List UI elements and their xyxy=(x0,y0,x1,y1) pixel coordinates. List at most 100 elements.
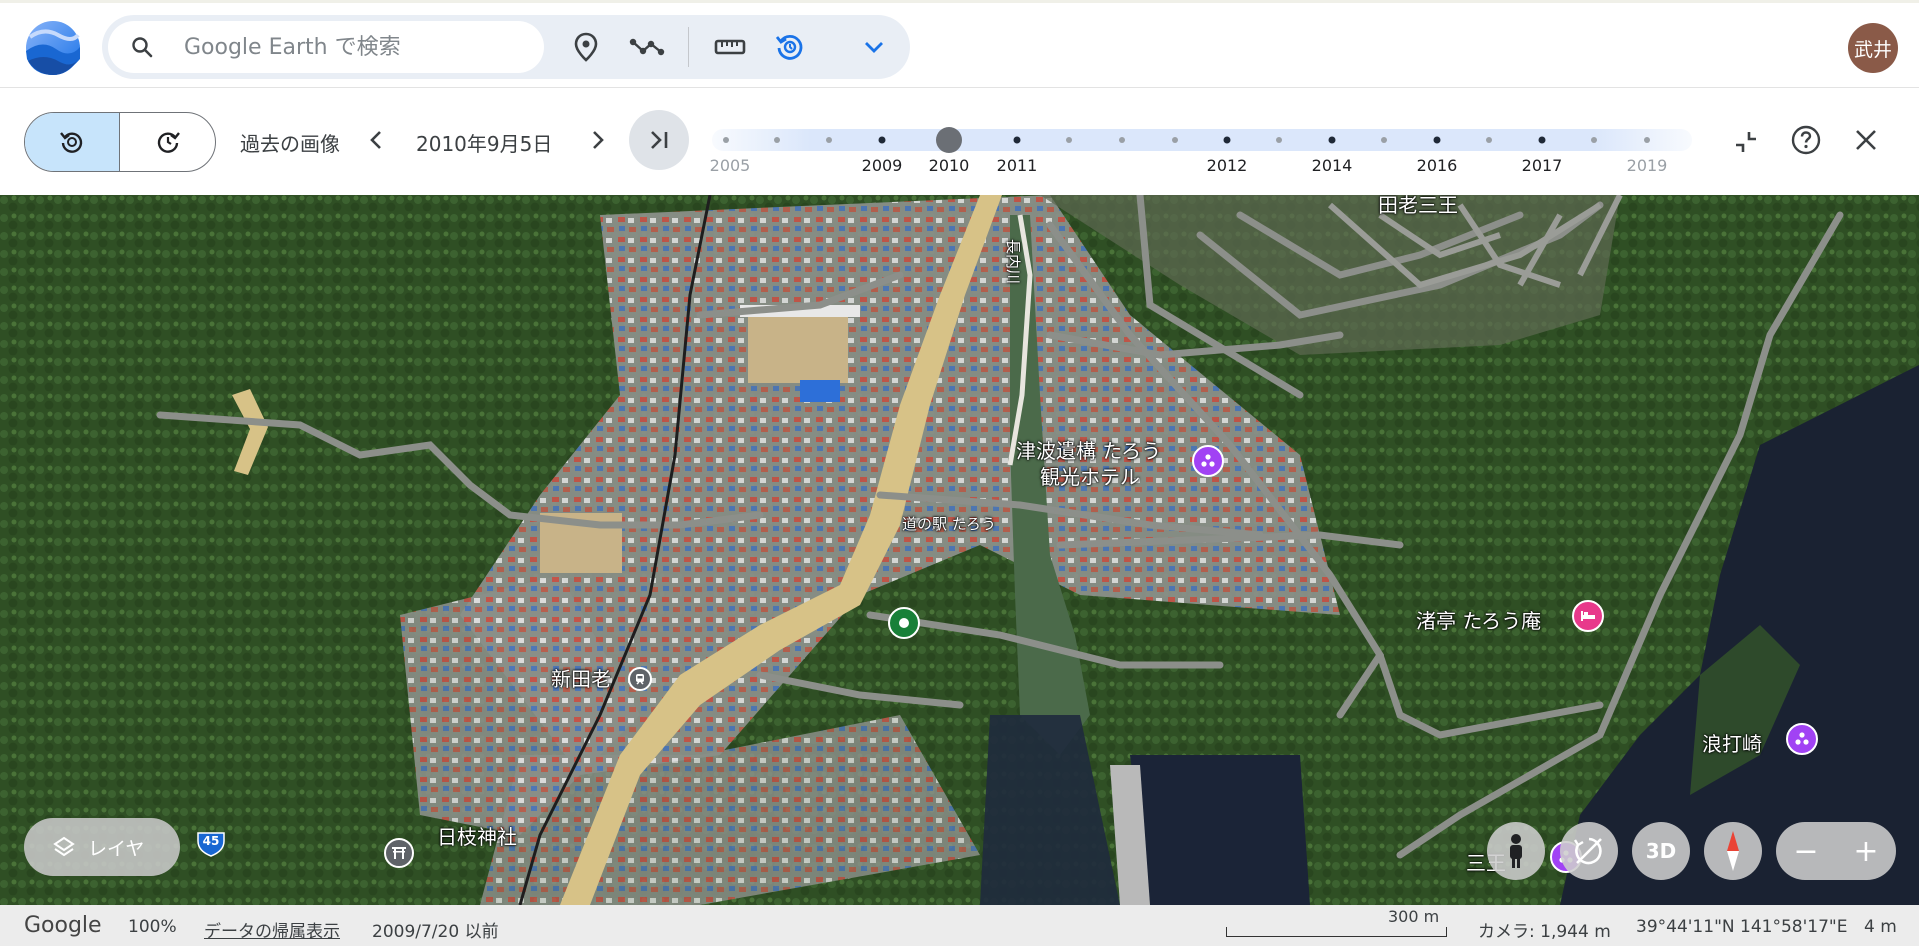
ruler-icon[interactable] xyxy=(710,27,750,67)
layers-icon xyxy=(53,836,75,857)
zoom-out-button[interactable]: − xyxy=(1776,822,1836,880)
landmark-pin[interactable] xyxy=(1786,723,1818,755)
zoom-control: − + xyxy=(1776,822,1896,880)
place-pin[interactable] xyxy=(888,607,920,639)
timeline-tick[interactable] xyxy=(826,137,832,143)
map-label-river: 長内川 xyxy=(1004,239,1022,285)
next-date-button[interactable] xyxy=(582,124,614,156)
historical-imagery-icon[interactable] xyxy=(770,27,810,67)
timeline-tick[interactable] xyxy=(1223,136,1231,144)
timeline-tick[interactable] xyxy=(878,136,886,144)
compass-icon xyxy=(1727,831,1739,871)
train-station-icon[interactable] xyxy=(628,667,652,691)
history-mode-button[interactable] xyxy=(25,113,120,171)
tilt-off-icon xyxy=(1573,837,1602,865)
timeline-tick[interactable] xyxy=(1119,137,1125,143)
shrine-icon[interactable] xyxy=(384,838,414,868)
latest-date-button[interactable] xyxy=(629,110,689,170)
data-attribution-link[interactable]: データの帰属表示 xyxy=(204,917,340,942)
3d-button[interactable]: 3D xyxy=(1632,822,1690,880)
timeline-label: 2010 xyxy=(928,156,970,175)
timeline-label: 2016 xyxy=(1416,156,1458,175)
route-shield-icon: 45 xyxy=(196,831,226,857)
chevron-right-icon xyxy=(593,131,604,149)
toolbar-divider xyxy=(688,27,689,67)
timeline-label: 2014 xyxy=(1311,156,1353,175)
collapse-button[interactable] xyxy=(1728,124,1764,160)
map-label-cape: 浪打崎 xyxy=(1702,732,1762,756)
camera-altitude: カメラ: 1,944 m xyxy=(1478,922,1611,942)
history-icon xyxy=(60,132,83,153)
previous-date-button[interactable] xyxy=(360,124,392,156)
pegman-button[interactable] xyxy=(1487,822,1545,880)
bed-icon xyxy=(1581,611,1595,621)
timeline-label: 2011 xyxy=(996,156,1038,175)
timeline-tick[interactable] xyxy=(1328,136,1336,144)
route-number: 45 xyxy=(202,834,220,848)
coordinates: 39°44'11"N 141°58'17"E xyxy=(1636,917,1848,937)
landmark-icon xyxy=(1201,454,1215,467)
timelapse-mode-button[interactable] xyxy=(120,113,215,171)
map-label-michi-no-eki: 道の駅 たろう xyxy=(902,515,996,533)
close-icon xyxy=(1856,130,1876,150)
imagery-date: 2009/7/20 以前 xyxy=(372,922,499,942)
map-label-station: 新田老 xyxy=(551,667,611,691)
satellite-map[interactable]: 田老三王 長内川 津波遺構 たろう 観光ホテル 道の駅 たろう 新田老 渚亭 た… xyxy=(0,195,1919,905)
google-wordmark: Google xyxy=(24,913,102,938)
timeline-label: 2009 xyxy=(861,156,903,175)
layers-button[interactable]: レイヤ xyxy=(24,818,180,876)
timeline-tick[interactable] xyxy=(774,137,780,143)
map-label-district-north: 田老三王 xyxy=(1378,195,1458,217)
landmark-icon xyxy=(1795,732,1809,745)
tilt-off-button[interactable] xyxy=(1560,822,1618,880)
timeline-tick[interactable] xyxy=(1644,137,1650,143)
history-title: 過去の画像 xyxy=(240,132,340,156)
pegman-icon xyxy=(1510,834,1522,868)
timeline-label: 2005 xyxy=(709,156,751,175)
elevation: 4 m xyxy=(1864,917,1897,937)
timeline-tick[interactable] xyxy=(1591,137,1597,143)
close-button[interactable] xyxy=(1848,122,1884,158)
timeline-tick[interactable] xyxy=(1486,137,1492,143)
skip-to-end-icon xyxy=(651,131,668,149)
current-date-label: 2010年9月5日 xyxy=(416,132,553,156)
search-input[interactable] xyxy=(184,29,524,65)
zoom-level: 100% xyxy=(128,917,177,937)
map-label-landmark-1-line1: 津波遺構 たろう xyxy=(1016,439,1162,463)
avatar[interactable]: 武井 xyxy=(1848,23,1898,73)
timeline-tick[interactable] xyxy=(1538,136,1546,144)
timeline-label: 2019 xyxy=(1626,156,1668,175)
timeline-tick[interactable] xyxy=(1433,136,1441,144)
timeline-slider[interactable]: 2005 2009 2010 2011 2012 2014 2016 2017 … xyxy=(710,110,1692,175)
top-bar: 武井 xyxy=(0,0,1919,87)
timeline-tick[interactable] xyxy=(1066,137,1072,143)
timeline-tick[interactable] xyxy=(1276,137,1282,143)
collapse-icon xyxy=(1736,132,1756,152)
google-earth-logo[interactable] xyxy=(24,19,82,77)
zoom-in-button[interactable]: + xyxy=(1836,822,1896,880)
circle-dot-icon xyxy=(899,618,909,628)
map-label-landmark-1-line2: 観光ホテル xyxy=(1040,465,1140,489)
location-pin-icon[interactable] xyxy=(566,27,606,67)
timeline-label: 2017 xyxy=(1521,156,1563,175)
refresh-clock-icon xyxy=(157,132,180,153)
hotel-pin[interactable] xyxy=(1572,600,1604,632)
timeline-tick[interactable] xyxy=(1172,137,1178,143)
help-button[interactable] xyxy=(1788,122,1824,158)
search-box[interactable] xyxy=(108,21,544,73)
history-mode-toggle xyxy=(24,112,216,172)
timeline-label: 2012 xyxy=(1206,156,1248,175)
timeline-tick[interactable] xyxy=(1381,137,1387,143)
measure-path-icon[interactable] xyxy=(627,27,667,67)
historical-imagery-bar: 過去の画像 2010年9月5日 2005 2009 2010 2011 2012… xyxy=(0,87,1919,195)
satellite-imagery xyxy=(0,195,1919,905)
chevron-down-icon[interactable] xyxy=(854,27,894,67)
timeline-tick[interactable] xyxy=(1013,136,1021,144)
map-label-inn: 渚亭 たろう庵 xyxy=(1416,609,1542,633)
landmark-pin[interactable] xyxy=(1192,445,1224,477)
compass-button[interactable] xyxy=(1704,822,1762,880)
chevron-left-icon xyxy=(370,131,381,149)
timeline-handle[interactable] xyxy=(936,127,962,153)
help-icon xyxy=(1791,125,1821,155)
timeline-tick[interactable] xyxy=(723,137,729,143)
